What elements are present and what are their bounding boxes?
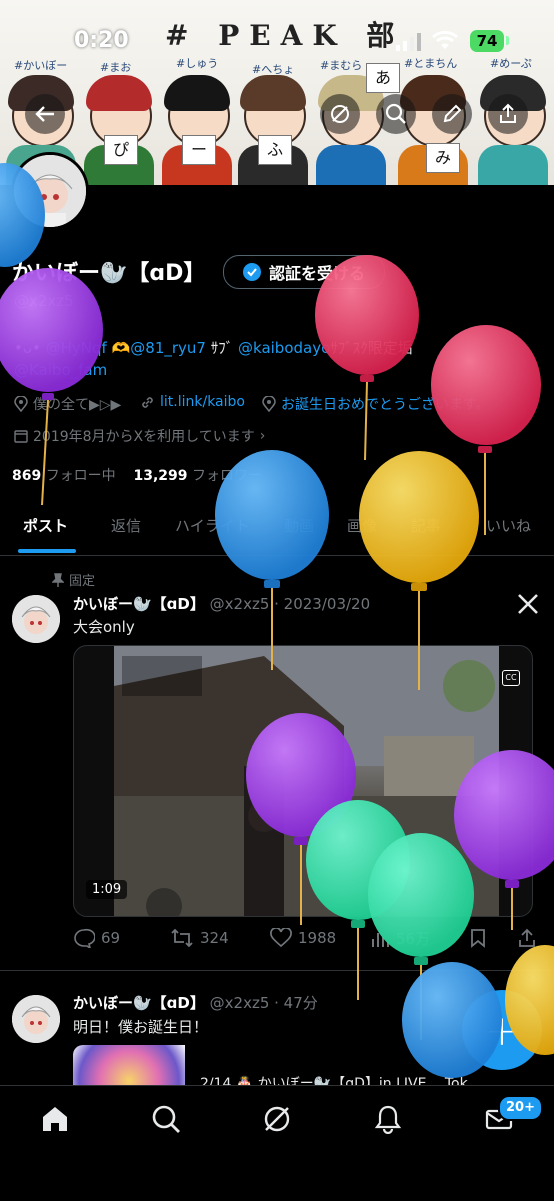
bio-prefix: •ᴗ•	[14, 339, 46, 357]
location-pin-icon	[14, 396, 28, 412]
chevron-right-icon: ›	[259, 428, 266, 444]
repost-icon	[171, 928, 193, 948]
bio-text-1: 🫶	[106, 339, 131, 357]
battery-level: 74	[470, 30, 504, 52]
nav-grok[interactable]	[260, 1102, 294, 1136]
like-button[interactable]: 1988	[270, 928, 336, 948]
video-duration: 1:09	[86, 880, 128, 899]
pencil-icon	[443, 104, 462, 123]
search-icon	[152, 1105, 180, 1133]
banner-character-4: ふ #へちょ	[236, 63, 310, 185]
get-verified-label: 認証を受ける	[268, 264, 365, 283]
active-tab-indicator	[18, 549, 76, 553]
post-handle-date: @x2xz5 · 47分	[209, 994, 318, 1012]
tab-posts[interactable]: ポスト	[23, 515, 68, 536]
post-header: かいぼー🦭【ɑD】 @x2xz5 · 2023/03/20	[73, 593, 370, 614]
tab-images[interactable]: 画像	[347, 515, 377, 536]
display-name: かいぼー🦭【ɑD】	[12, 261, 206, 286]
bio-mention-4[interactable]: @Kaibo_fam	[14, 361, 107, 379]
followers-link[interactable]: 13,299 フォロワー	[134, 468, 262, 484]
profile-avatar[interactable]	[11, 152, 89, 230]
get-verified-button[interactable]: 認証を受ける	[223, 255, 385, 289]
profile-bio: •ᴗ• @HyNqf 🫶@81_ryu7 ｻﾌﾞ @kaibodayoｻﾌﾞｽｸ…	[14, 337, 534, 381]
post-handle-date: @x2xz5 · 2023/03/20	[209, 595, 371, 613]
views-button[interactable]: 56万	[370, 928, 430, 949]
nav-home[interactable]	[38, 1102, 72, 1136]
nav-search[interactable]	[149, 1102, 183, 1136]
search-button[interactable]	[376, 94, 416, 134]
profile-website[interactable]: lit.link/kaibo	[140, 394, 245, 410]
closed-captions-icon[interactable]: CC	[502, 670, 520, 686]
nav-notifications[interactable]	[371, 1102, 405, 1136]
post-header: かいぼー🦭【ɑD】 @x2xz5 · 47分	[73, 992, 318, 1013]
grok-button[interactable]	[320, 94, 360, 134]
battery-tip	[506, 36, 509, 45]
share-icon	[519, 928, 535, 947]
heart-icon	[270, 928, 292, 948]
share-icon	[500, 103, 516, 123]
profile-joined-date[interactable]: 2019年8月からXを利用しています ›	[14, 426, 265, 446]
calendar-icon	[14, 430, 28, 443]
search-icon	[385, 103, 406, 124]
edit-button[interactable]	[432, 94, 472, 134]
bio-text-2: ｻﾌﾞ	[205, 339, 239, 357]
verified-badge-icon	[242, 263, 261, 281]
grok-icon	[331, 105, 349, 123]
post-divider	[0, 970, 554, 971]
compose-post-button[interactable]: +	[462, 990, 542, 1070]
video-thumbnail	[114, 646, 499, 916]
profile-handle: @x2xz5	[14, 292, 74, 310]
repost-button[interactable]: 324	[170, 928, 229, 948]
pin-icon	[52, 572, 64, 587]
tab-likes[interactable]: いいね	[486, 515, 531, 536]
bio-mention-1[interactable]: @HyNqf	[46, 339, 107, 357]
banner-character-3: ー #しゅう	[160, 57, 234, 185]
bio-text-3: ｻﾌﾞｽｸ限定垢	[330, 339, 413, 357]
post-text: 明日！僕お誕生日！	[73, 1018, 209, 1036]
cellular-signal-icon	[396, 33, 422, 55]
tab-replies[interactable]: 返信	[111, 515, 141, 536]
bell-icon	[374, 1105, 402, 1134]
tab-articles[interactable]: 記事	[411, 515, 441, 536]
messages-badge: 20+	[498, 1095, 543, 1121]
tab-videos[interactable]: 動画	[284, 515, 314, 536]
post-video[interactable]: CC	[73, 645, 533, 917]
post-text: 大会only	[73, 618, 135, 636]
bookmark-icon	[471, 929, 485, 948]
follow-counts: 869 フォロー中 13,299 フォロワー	[12, 465, 262, 485]
back-button[interactable]	[25, 94, 65, 134]
link-icon	[142, 396, 153, 408]
home-icon	[43, 1107, 67, 1131]
bio-mention-2[interactable]: @81_ryu7	[130, 339, 206, 357]
following-link[interactable]: 869 フォロー中	[12, 468, 116, 484]
post-author-name[interactable]: かいぼー🦭【ɑD】	[73, 595, 205, 613]
share-post-button[interactable]	[518, 928, 536, 948]
bio-mention-3[interactable]: @kaibodayo	[238, 339, 330, 357]
post-avatar[interactable]	[12, 995, 60, 1043]
profile-location: 僕の全て▶▷▶	[14, 394, 121, 414]
wifi-icon	[432, 30, 458, 55]
share-button[interactable]	[488, 94, 528, 134]
views-chart-icon	[372, 932, 389, 947]
post-author-name[interactable]: かいぼー🦭【ɑD】	[73, 994, 205, 1012]
reply-icon	[74, 928, 95, 948]
grok-icon	[264, 1106, 290, 1132]
arrow-left-icon	[35, 106, 54, 122]
location-pin-icon	[262, 396, 276, 412]
banner-title: # PEAK 部	[165, 19, 405, 52]
post-avatar[interactable]	[12, 595, 60, 643]
profile-birthday: お誕生日おめでとうございます。	[262, 394, 490, 414]
x-logo-icon	[516, 592, 540, 620]
tab-highlights[interactable]: ハイライト	[175, 515, 250, 536]
bottom-navigation	[0, 1085, 554, 1201]
reply-button[interactable]: 69	[73, 928, 120, 948]
profile-tabs: ポスト 返信 ハイライト 動画 画像 記事 いいね	[0, 500, 554, 556]
status-time: 0:20	[74, 28, 129, 53]
bookmark-button[interactable]	[470, 928, 486, 948]
pinned-indicator: 固定	[52, 570, 95, 589]
banner-character-2: ぴ #まお	[82, 61, 156, 185]
